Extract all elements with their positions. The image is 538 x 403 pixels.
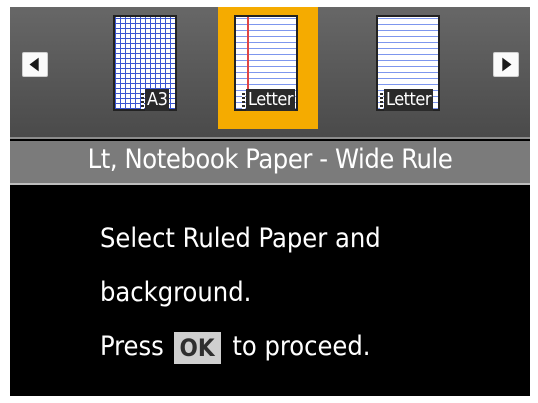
paper-size-label: A3 <box>140 89 170 111</box>
selection-info-bar: Lt, Notebook Paper - Wide Rule <box>10 141 530 185</box>
message-line-3-suffix: to proceed. <box>232 331 371 362</box>
paper-size-label: Letter <box>380 89 433 111</box>
paper-carousel: A3 Letter Letter <box>10 7 530 139</box>
carousel-next-button[interactable] <box>493 52 519 77</box>
instruction-message: Select Ruled Paper and background. Press… <box>100 212 381 374</box>
lcd-screen: A3 Letter Letter Lt, Notebook Paper - Wi… <box>10 7 530 396</box>
carousel-prev-button[interactable] <box>22 52 48 77</box>
arrow-left-icon <box>29 57 39 72</box>
message-line-2: background. <box>100 277 252 308</box>
carousel-item-letter-ruled[interactable]: Letter <box>360 7 460 129</box>
message-line-1: Select Ruled Paper and <box>100 223 381 254</box>
paper-size-label: Letter <box>242 89 295 111</box>
ok-button-glyph: OK <box>173 331 221 364</box>
selection-description: Lt, Notebook Paper - Wide Rule <box>87 144 453 175</box>
message-line-3: Press OK to proceed. <box>100 320 381 374</box>
carousel-item-a3-grid[interactable]: A3 <box>97 7 197 129</box>
arrow-right-icon <box>502 57 512 72</box>
carousel-item-letter-ruled-selected[interactable]: Letter <box>218 7 318 129</box>
message-line-3-prefix: Press <box>100 331 164 362</box>
